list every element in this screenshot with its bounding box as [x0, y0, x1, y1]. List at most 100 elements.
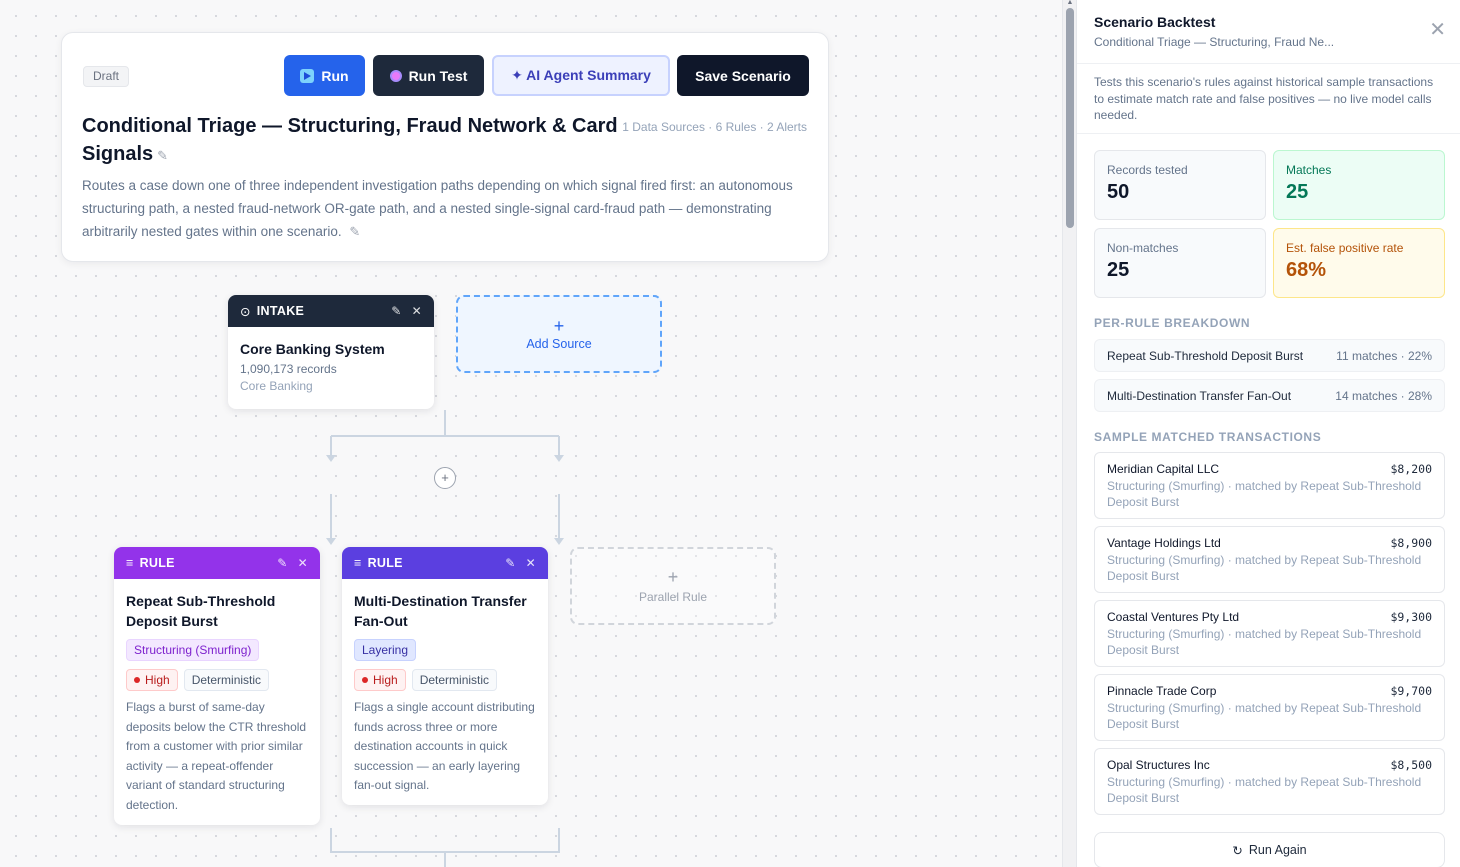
stat-value: 25	[1286, 181, 1309, 203]
rule-node-header: ≡ RULE ✎ ✕	[342, 547, 548, 579]
sample-transaction[interactable]: Pinnacle Trade Corp $9,700 Structuring (…	[1094, 674, 1445, 741]
transaction-match-desc: Structuring (Smurfing) · matched by Repe…	[1107, 553, 1422, 583]
transaction-amount: $8,500	[1390, 758, 1432, 772]
stat-label: Est. false positive rate	[1286, 241, 1404, 255]
sample-transaction[interactable]: Meridian Capital LLC $8,200 Structuring …	[1094, 452, 1445, 519]
save-scenario-button[interactable]: Save Scenario	[677, 55, 809, 96]
scrollbar-thumb[interactable]	[1066, 8, 1074, 228]
edit-pencil-icon[interactable]: ✎	[391, 304, 401, 318]
ai-agent-summary-button[interactable]: ✦ AI Agent Summary	[492, 55, 670, 96]
rule-node[interactable]: ≡ RULE ✎ ✕ Repeat Sub-Threshold Deposit …	[114, 547, 320, 825]
canvas-scrollbar[interactable]: ▲	[1062, 0, 1076, 867]
run-button[interactable]: Run	[284, 55, 365, 96]
rule-title: Multi-Destination Transfer Fan-Out	[354, 593, 527, 629]
sample-transaction[interactable]: Coastal Ventures Pty Ltd $9,300 Structur…	[1094, 600, 1445, 667]
play-icon	[300, 68, 315, 83]
add-source-button[interactable]: + Add Source	[456, 295, 662, 373]
add-source-label: Add Source	[526, 337, 592, 351]
add-branch-button[interactable]: +	[434, 467, 456, 489]
transaction-match-desc: Structuring (Smurfing) · matched by Repe…	[1107, 775, 1422, 805]
parallel-rule-label: Parallel Rule	[638, 590, 708, 604]
transaction-amount: $9,700	[1390, 684, 1432, 698]
panel-subtitle: Conditional Triage — Structuring, Fraud …	[1094, 35, 1335, 49]
close-icon[interactable]: ✕	[526, 556, 536, 570]
rule-node-type: RULE	[367, 556, 403, 570]
matches-card: Matches 25	[1273, 150, 1445, 220]
edit-pencil-icon[interactable]: ✎	[277, 556, 287, 570]
clock-icon: ⊙	[240, 304, 251, 319]
transaction-customer: Pinnacle Trade Corp	[1107, 684, 1217, 698]
records-tested-card: Records tested 50	[1094, 150, 1266, 220]
close-panel-icon[interactable]: ✕	[1429, 20, 1446, 40]
transaction-match-desc: Structuring (Smurfing) · matched by Repe…	[1107, 627, 1422, 657]
panel-intro: Tests this scenario's rules against hist…	[1077, 64, 1460, 134]
scroll-up-icon[interactable]: ▲	[1066, 0, 1074, 6]
intake-node-header: ⊙ INTAKE ✎ ✕	[228, 295, 434, 327]
breakdown-row: Multi-Destination Transfer Fan-Out 14 ma…	[1094, 379, 1445, 412]
panel-title: Scenario Backtest	[1094, 14, 1216, 30]
edit-description-pencil-icon[interactable]: ✎	[349, 224, 360, 239]
rule-description: Flags a single account distributing fund…	[354, 700, 535, 792]
add-parallel-rule-button[interactable]: + Parallel Rule	[570, 547, 776, 625]
intake-source-type: Core Banking	[240, 379, 313, 393]
transaction-customer: Opal Structures Inc	[1107, 758, 1210, 772]
stat-label: Non-matches	[1107, 241, 1179, 255]
transaction-match-desc: Structuring (Smurfing) · matched by Repe…	[1107, 701, 1422, 731]
intake-node[interactable]: ⊙ INTAKE ✎ ✕ Core Banking System 1,090,1…	[228, 295, 434, 409]
intake-node-type: INTAKE	[256, 304, 305, 318]
sample-transaction[interactable]: Vantage Holdings Ltd $8,900 Structuring …	[1094, 526, 1445, 593]
save-scenario-label: Save Scenario	[695, 67, 791, 84]
ai-agent-summary-label: ✦ AI Agent Summary	[511, 67, 651, 83]
severity-label: High	[145, 673, 170, 687]
scenario-description-text: Routes a case down one of three independ…	[82, 178, 793, 239]
stat-value: 50	[1107, 181, 1130, 203]
close-icon[interactable]: ✕	[298, 556, 308, 570]
severity-dot-icon	[134, 677, 140, 683]
edit-title-pencil-icon[interactable]: ✎	[157, 148, 168, 163]
plus-icon: +	[553, 316, 565, 336]
severity-tag: High	[354, 669, 406, 691]
severity-tag: High	[126, 669, 178, 691]
stat-value: 68%	[1286, 259, 1327, 281]
non-matches-card: Non-matches 25	[1094, 228, 1266, 298]
transaction-amount: $8,200	[1390, 462, 1432, 476]
transaction-customer: Vantage Holdings Ltd	[1107, 536, 1221, 550]
rule-node[interactable]: ≡ RULE ✎ ✕ Multi-Destination Transfer Fa…	[342, 547, 548, 805]
transaction-amount: $9,300	[1390, 610, 1432, 624]
breakdown-heading: PER-RULE BREAKDOWN	[1094, 316, 1251, 330]
scenario-meta: 1 Data Sources · 6 Rules · 2 Alerts	[622, 120, 807, 134]
breakdown-rule-name: Repeat Sub-Threshold Deposit Burst	[1107, 348, 1304, 363]
scenario-header-card: Draft Run Run Test ✦ AI Agent Summary Sa…	[61, 32, 829, 262]
breakdown-row: Repeat Sub-Threshold Deposit Burst 11 ma…	[1094, 339, 1445, 372]
list-icon: ≡	[354, 556, 362, 570]
test-flask-icon	[389, 69, 402, 82]
run-again-label: Run Again	[1248, 843, 1307, 857]
stat-label: Records tested	[1107, 163, 1188, 177]
breakdown-rule-name: Multi-Destination Transfer Fan-Out	[1107, 388, 1292, 403]
plus-icon: +	[667, 567, 679, 587]
panel-header: Scenario Backtest Conditional Triage — S…	[1077, 0, 1460, 64]
method-tag: Deterministic	[183, 669, 270, 691]
breakdown-rule-stat: 11 matches · 22%	[1336, 348, 1432, 363]
scenario-description[interactable]: Routes a case down one of three independ…	[82, 174, 802, 243]
rule-title: Repeat Sub-Threshold Deposit Burst	[126, 593, 276, 629]
transaction-customer: Meridian Capital LLC	[1107, 462, 1220, 476]
transaction-customer: Coastal Ventures Pty Ltd	[1107, 610, 1240, 624]
transaction-amount: $8,900	[1390, 536, 1432, 550]
run-test-button-label: Run Test	[408, 67, 468, 84]
samples-heading: SAMPLE MATCHED TRANSACTIONS	[1094, 430, 1322, 444]
intake-source-name: Core Banking System	[240, 341, 385, 357]
severity-label: High	[373, 673, 398, 687]
run-button-label: Run	[321, 67, 349, 84]
run-again-button[interactable]: ↻ Run Again	[1094, 832, 1445, 867]
run-test-button[interactable]: Run Test	[373, 55, 484, 96]
edit-pencil-icon[interactable]: ✎	[505, 556, 515, 570]
typology-tag: Layering	[354, 639, 417, 661]
transaction-match-desc: Structuring (Smurfing) · matched by Repe…	[1107, 479, 1422, 509]
scenario-title[interactable]: Conditional Triage — Structuring, Fraud …	[82, 112, 627, 170]
scenario-canvas[interactable]: + Draft Run Run Test ✦ AI Agent Summary …	[0, 0, 1062, 867]
close-icon[interactable]: ✕	[412, 304, 422, 318]
backtest-panel: Scenario Backtest Conditional Triage — S…	[1076, 0, 1460, 867]
stat-value: 25	[1107, 259, 1130, 281]
sample-transaction[interactable]: Opal Structures Inc $8,500 Structuring (…	[1094, 748, 1445, 815]
